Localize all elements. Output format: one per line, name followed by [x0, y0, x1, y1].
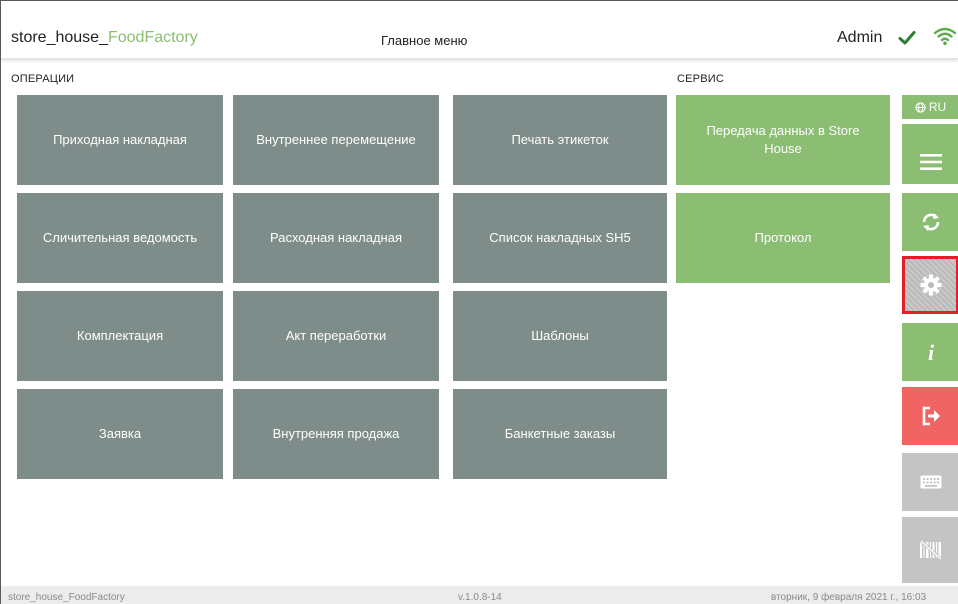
keyboard-icon: [920, 475, 941, 489]
tile-processing-act[interactable]: Акт переработки: [233, 291, 439, 381]
gear-icon: [920, 274, 941, 296]
tile-outgoing-invoice[interactable]: Расходная накладная: [233, 193, 439, 283]
barcode-off-icon: [919, 540, 942, 560]
tile-sh5-invoice-list[interactable]: Список накладных SH5: [453, 193, 667, 283]
tile-templates[interactable]: Шаблоны: [453, 291, 667, 381]
wifi-icon: [933, 27, 957, 46]
header-bar: store_house_FoodFactory Главное меню Adm…: [1, 1, 958, 59]
tile-request[interactable]: Заявка: [17, 389, 223, 479]
logout-icon: [922, 406, 940, 426]
footer-version: v.1.0.8-14: [458, 592, 502, 603]
settings-button[interactable]: [902, 256, 958, 314]
menu-icon: [919, 154, 942, 170]
tile-internal-sale[interactable]: Внутренняя продажа: [233, 389, 439, 479]
app-window: store_house_FoodFactory Главное меню Adm…: [0, 0, 958, 604]
keyboard-button[interactable]: [902, 453, 958, 511]
tile-incoming-invoice[interactable]: Приходная накладная: [17, 95, 223, 185]
app-title: store_house_FoodFactory: [11, 29, 198, 47]
footer-app-name: store_house_FoodFactory: [8, 592, 125, 603]
sync-icon: [922, 213, 939, 231]
info-button[interactable]: i: [902, 323, 958, 381]
logout-button[interactable]: [902, 387, 958, 445]
tile-inventory-statement[interactable]: Сличительная ведомость: [17, 193, 223, 283]
tile-banquet-orders[interactable]: Банкетные заказы: [453, 389, 667, 479]
app-title-accent: FoodFactory: [107, 29, 198, 46]
sync-button[interactable]: [902, 193, 958, 251]
menu-button[interactable]: [902, 124, 958, 184]
section-label-service: СЕРВИС: [677, 73, 725, 85]
section-label-operations: ОПЕРАЦИИ: [11, 73, 75, 85]
barcode-button[interactable]: [902, 517, 958, 583]
app-title-prefix: store_house_: [11, 29, 108, 46]
status-bar: store_house_FoodFactory v.1.0.8-14 вторн…: [1, 586, 958, 604]
tile-protocol[interactable]: Протокол: [676, 193, 890, 283]
tile-assembly[interactable]: Комплектация: [17, 291, 223, 381]
user-name[interactable]: Admin: [837, 29, 882, 47]
globe-icon: [915, 101, 926, 113]
tile-internal-transfer[interactable]: Внутреннее перемещение: [233, 95, 439, 185]
tile-print-labels[interactable]: Печать этикеток: [453, 95, 667, 185]
language-button[interactable]: RU: [902, 95, 958, 119]
footer-datetime: вторник, 9 февраля 2021 г., 16:03: [771, 592, 927, 603]
tile-transfer-to-store-house[interactable]: Передача данных в Store House: [676, 95, 890, 185]
page-title: Главное меню: [381, 33, 468, 48]
language-label: RU: [928, 100, 947, 114]
check-icon: [898, 31, 916, 45]
svg-text:i: i: [927, 340, 934, 364]
info-icon: i: [927, 340, 934, 364]
